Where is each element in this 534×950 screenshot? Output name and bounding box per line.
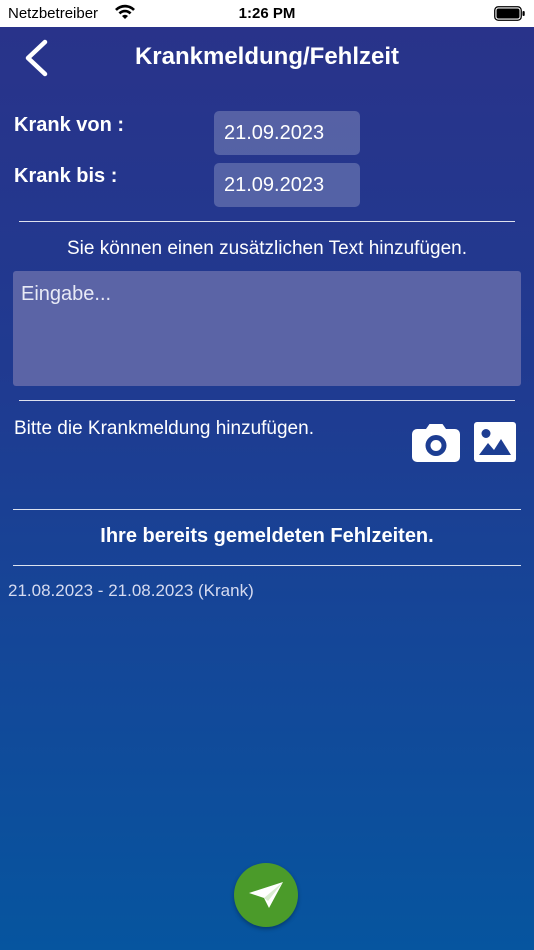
paper-plane-icon xyxy=(249,882,283,908)
to-label: Krank bis : xyxy=(14,165,118,187)
divider xyxy=(19,400,515,401)
divider xyxy=(13,509,521,510)
from-date-field[interactable]: 21.09.2023 xyxy=(214,111,360,155)
app-screen: Krankmeldung/Fehlzeit Krank von : 21.09.… xyxy=(0,27,534,950)
image-icon xyxy=(474,422,516,462)
attachment-label: Bitte die Krankmeldung hinzufügen. xyxy=(14,418,314,439)
text-placeholder: Eingabe... xyxy=(21,283,112,305)
status-time: 1:26 PM xyxy=(238,5,296,22)
divider xyxy=(19,221,515,222)
image-button[interactable] xyxy=(473,421,517,463)
battery-icon xyxy=(494,6,526,26)
absences-title: Ihre bereits gemeldeten Fehlzeiten. xyxy=(100,525,434,547)
send-button[interactable] xyxy=(234,863,298,927)
camera-button[interactable] xyxy=(411,421,461,463)
additional-text-input[interactable]: Eingabe... xyxy=(13,271,521,386)
absence-list-item: 21.08.2023 - 21.08.2023 (Krank) xyxy=(8,581,254,600)
status-bar: Netzbetreiber 1:26 PM xyxy=(0,0,534,27)
page-title: Krankmeldung/Fehlzeit xyxy=(134,43,400,70)
to-date-field[interactable]: 21.09.2023 xyxy=(214,163,360,207)
divider xyxy=(13,565,521,566)
camera-icon xyxy=(412,424,460,462)
text-hint: Sie können einen zusätzlichen Text hinzu… xyxy=(67,238,467,259)
from-label: Krank von : xyxy=(14,114,125,136)
